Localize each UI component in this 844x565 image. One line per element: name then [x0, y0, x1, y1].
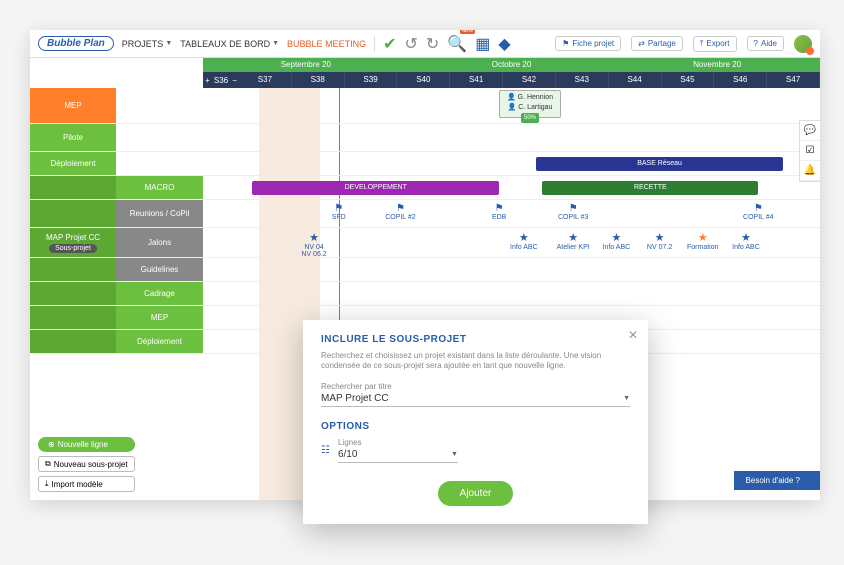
sidebar-mep[interactable]: MEP — [30, 88, 116, 123]
sous-projet-badge: Sous-projet — [49, 244, 97, 253]
nav-dashboards[interactable]: TABLEAUX DE BORD ▼ — [180, 39, 279, 49]
month-header: Septembre 20 Octobre 20 Novembre 20 — [203, 58, 820, 72]
help-tab[interactable]: Besoin d'aide ? — [734, 471, 820, 490]
star-icon[interactable]: ★ — [726, 231, 766, 244]
aide-button[interactable]: ? Aide — [747, 36, 784, 51]
modal-description: Recherchez et choisissez un projet exist… — [321, 351, 630, 372]
sidebar-reunions[interactable]: Reunions / CoPil — [116, 200, 203, 227]
search-label: Rechercher par titre — [321, 382, 630, 391]
star-icon[interactable]: ★ — [294, 231, 334, 244]
chevron-down-icon: ▼ — [451, 451, 458, 458]
sidebar-deploiement[interactable]: Déploiement — [30, 152, 116, 175]
top-navbar: Bubble Plan PROJETS ▼ TABLEAUX DE BORD ▼… — [30, 30, 820, 58]
flag-icon[interactable]: ⚑ — [319, 203, 359, 214]
dev-bar[interactable]: DEVELOPPEMENT — [252, 181, 499, 195]
check-icon[interactable]: ☑ — [800, 141, 820, 161]
add-button[interactable]: Ajouter — [438, 481, 514, 506]
include-subproject-modal: ✕ INCLURE LE SOUS-PROJET Recherchez et c… — [303, 320, 648, 524]
sidebar-guidelines[interactable]: Guidelines — [116, 258, 203, 281]
fiche-projet-button[interactable]: ⚑ Fiche projet — [555, 36, 621, 51]
jalons-row: ★NV 04NV 06.2 ★Info ABC ★Atelier KPI ★In… — [203, 228, 820, 258]
lines-label: Lignes — [338, 438, 458, 447]
bell-icon[interactable]: 🔔 — [800, 161, 820, 181]
sidebar-jalons[interactable]: Jalons — [116, 228, 203, 257]
drop-icon[interactable]: ◆ — [498, 34, 510, 54]
star-icon[interactable]: ★ — [683, 231, 723, 244]
right-toolbar: 💬 ☑ 🔔 — [799, 120, 820, 182]
star-icon[interactable]: ★ — [640, 231, 680, 244]
zoom-out-icon[interactable]: − — [232, 76, 237, 85]
flag-icon[interactable]: ⚑ — [553, 203, 593, 214]
import-model-button[interactable]: ⤓ Import modèle — [38, 476, 135, 492]
flag-icon[interactable]: ⚑ — [738, 203, 778, 214]
star-icon[interactable]: ★ — [596, 231, 636, 244]
new-line-button[interactable]: ⊕ Nouvelle ligne — [38, 437, 135, 452]
star-icon[interactable]: ★ — [553, 231, 593, 244]
persons-bar[interactable]: 👤 G. Hennion 👤 C. Lartigau 50% — [499, 90, 561, 118]
nav-projects[interactable]: PROJETS ▼ — [122, 39, 172, 49]
list-icon: ☷ — [321, 445, 330, 456]
sidebar-cadrage[interactable]: Cadrage — [116, 282, 203, 305]
search-title-dropdown[interactable]: MAP Projet CC ▼ — [321, 391, 630, 407]
sidebar-deploiement2[interactable]: Déploiement — [116, 330, 203, 353]
close-icon[interactable]: ✕ — [628, 328, 638, 342]
sidebar-macro[interactable]: MACRO — [116, 176, 203, 199]
options-title: OPTIONS — [321, 421, 630, 432]
base-reseau-bar[interactable]: BASE Réseau — [536, 157, 783, 171]
copil-row: ⚑SFD ⚑COPIL #2 ⚑EDB ⚑COPIL #3 ⚑COPIL #4 — [203, 200, 820, 228]
logo: Bubble Plan — [38, 36, 114, 51]
sidebar-map-projet[interactable]: MAP Projet CC Sous-projet — [30, 228, 116, 257]
undo-icon[interactable]: ↺ — [404, 34, 417, 54]
sidebar-mep2[interactable]: MEP — [116, 306, 203, 329]
search-icon[interactable]: 🔍NEW — [447, 34, 467, 54]
flag-icon[interactable]: ⚑ — [380, 203, 420, 214]
week-header: + S36 − S37 S38 S39 S40 S41 S42 S43 S44 … — [203, 72, 820, 88]
recette-bar[interactable]: RECETTE — [542, 181, 758, 195]
modal-title: INCLURE LE SOUS-PROJET — [321, 334, 630, 345]
new-subproject-button[interactable]: ⧉ Nouveau sous-projet — [38, 456, 135, 472]
star-icon[interactable]: ★ — [504, 231, 544, 244]
calendar-icon[interactable]: ▦ — [475, 34, 490, 54]
nav-meeting[interactable]: BUBBLE MEETING — [287, 39, 366, 49]
check-icon[interactable]: ✔ — [383, 34, 396, 54]
avatar[interactable] — [794, 35, 812, 53]
partage-button[interactable]: ⇄ Partage — [631, 36, 683, 51]
zoom-in-icon[interactable]: + — [205, 76, 210, 85]
chat-icon[interactable]: 💬 — [800, 121, 820, 141]
lines-dropdown[interactable]: 6/10 ▼ — [338, 447, 458, 463]
export-button[interactable]: ⤒ Export — [693, 36, 737, 52]
flag-icon[interactable]: ⚑ — [479, 203, 519, 214]
zoom-level: S36 — [214, 76, 228, 85]
redo-icon[interactable]: ↻ — [426, 34, 439, 54]
chevron-down-icon: ▼ — [623, 395, 630, 402]
sidebar-pilote[interactable]: Pilote — [30, 124, 116, 151]
